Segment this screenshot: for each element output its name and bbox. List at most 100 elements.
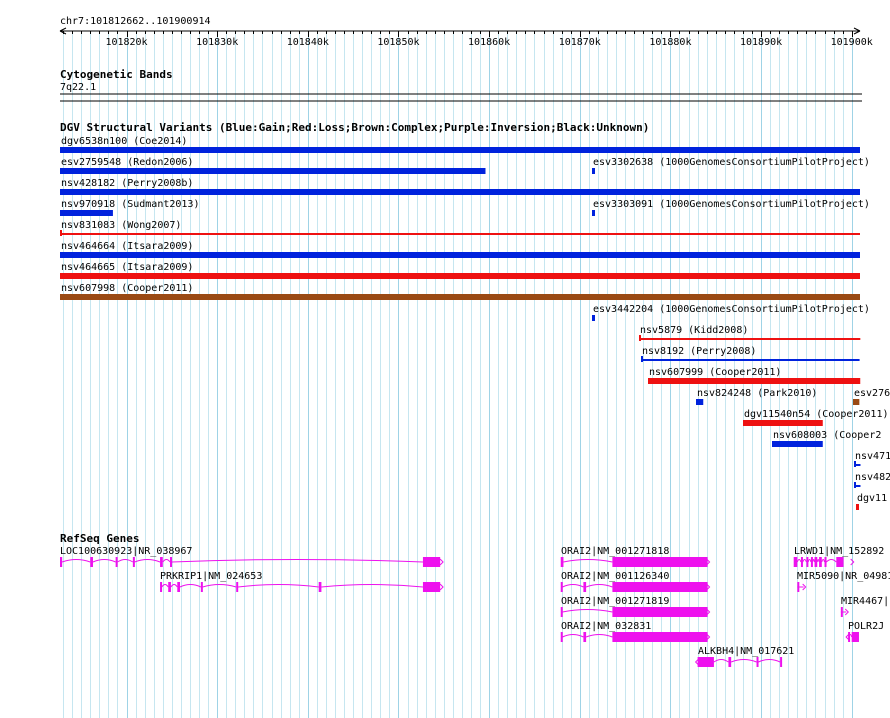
gene-label: MIR5090|NR_049813 [797, 571, 890, 582]
variant-bar[interactable] [60, 273, 860, 279]
gene-label: ALKBH4|NM_017621 [698, 646, 794, 657]
gene-exon[interactable] [168, 582, 171, 592]
variant-bar[interactable] [639, 338, 861, 340]
gene-exon[interactable] [836, 557, 844, 567]
gene-exon[interactable] [819, 557, 822, 567]
gene-exon[interactable] [810, 557, 813, 567]
variant-bar[interactable] [60, 210, 113, 216]
gene-exon[interactable] [160, 557, 163, 567]
gene-exon[interactable] [612, 607, 708, 617]
gene-exon[interactable] [848, 632, 851, 642]
cytoband-track[interactable]: Cytogenetic Bands 7q22.1 [60, 68, 862, 102]
variant-bar[interactable] [60, 294, 860, 300]
track-canvas: chr7:101812662..101900914 101820k 101830k… [59, 16, 890, 718]
variant-label: nsv607999 (Cooper2011) [649, 367, 781, 378]
refseq-track-title: RefSeq Genes [60, 532, 139, 545]
gene-exon[interactable] [612, 557, 708, 567]
variant-bar[interactable] [60, 252, 860, 258]
gene-intron [562, 634, 613, 638]
ruler-tick-label: 101870k [559, 37, 601, 48]
variant-label: nsv8192 (Perry2008) [642, 346, 756, 357]
variant-start-mark [639, 335, 641, 341]
cytoband-track-title: Cytogenetic Bands [60, 68, 173, 81]
gene-exon[interactable] [170, 557, 173, 567]
variant-label: esv276 [854, 388, 890, 399]
gene-label: MIR4467| [841, 596, 889, 607]
variant-bar[interactable] [648, 378, 861, 384]
gene-exon[interactable] [422, 582, 441, 592]
gene-exon[interactable] [840, 607, 843, 617]
gene-exon[interactable] [236, 582, 239, 592]
variant-start-mark [854, 482, 856, 488]
gene-exon[interactable] [756, 657, 759, 667]
ruler-tick-label: 101850k [377, 37, 419, 48]
variant-label: nsv482 [855, 472, 890, 483]
gene-exon[interactable] [780, 657, 783, 667]
gene-label: ORAI2|NM_001126340 [561, 571, 669, 582]
cytoband-label: 7q22.1 [60, 82, 96, 93]
variant-label: dgv6538n100 (Coe2014) [61, 136, 187, 147]
ruler-tick-label: 101830k [196, 37, 238, 48]
variant-bar[interactable] [772, 441, 823, 447]
variant-start-mark [641, 356, 643, 362]
gene-label: ORAI2|NM_001271819 [561, 596, 669, 607]
gene-exon[interactable] [851, 632, 859, 642]
gene-exon[interactable] [560, 632, 563, 642]
gene-exon[interactable] [800, 557, 803, 567]
gene-exon[interactable] [612, 632, 708, 642]
gene-exon[interactable] [560, 557, 564, 567]
gene-exon[interactable] [612, 582, 708, 592]
variant-bar[interactable] [856, 504, 859, 510]
genome-browser-view[interactable]: chr7:101812662..101900914 101820k 101830k… [0, 0, 890, 718]
gene-features[interactable]: LOC100630923|NR_038967 ORAI2|NM_001271818… [60, 546, 890, 667]
gene-exon[interactable] [797, 582, 800, 592]
variant-bar[interactable] [60, 233, 860, 235]
variant-bar[interactable] [60, 189, 860, 195]
gene-exon[interactable] [814, 557, 818, 567]
gene-exon[interactable] [60, 557, 63, 567]
gene-label: POLR2J [848, 621, 884, 632]
ruler-label: chr7:101812662..101900914 [60, 16, 211, 27]
gene-exon[interactable] [90, 557, 93, 567]
gene-exon[interactable] [583, 582, 587, 592]
ruler-tick-label: 101890k [740, 37, 782, 48]
gene-exon[interactable] [160, 582, 163, 592]
dgv-track[interactable]: DGV Structural Variants (Blue:Gain;Red:L… [60, 121, 890, 510]
ruler-tick-label: 101820k [105, 37, 147, 48]
gene-exon[interactable] [318, 582, 322, 592]
variant-bar[interactable] [592, 315, 595, 321]
variant-bar[interactable] [592, 168, 595, 174]
variant-start-mark [854, 461, 856, 467]
variant-bar[interactable] [592, 210, 595, 216]
gene-exon[interactable] [422, 557, 441, 567]
variant-label: esv3302638 (1000GenomesConsortiumPilotPr… [593, 157, 870, 168]
gene-exon[interactable] [824, 557, 827, 567]
gene-exon[interactable] [583, 632, 587, 642]
gene-exon[interactable] [793, 557, 798, 567]
variant-bar[interactable] [853, 399, 860, 405]
gene-exon[interactable] [177, 582, 181, 592]
gene-label: LOC100630923|NR_038967 [60, 546, 192, 557]
gene-exon[interactable] [200, 582, 203, 592]
variant-bar[interactable] [743, 420, 823, 426]
gene-exon[interactable] [697, 657, 714, 667]
variant-label: nsv608003 (Cooper2 [773, 430, 881, 441]
ruler-tick-label: 101900k [831, 37, 873, 48]
variant-bar[interactable] [641, 359, 860, 361]
variant-features[interactable]: dgv6538n100 (Coe2014) esv2759548 (Redon20… [60, 136, 890, 510]
gene-exon[interactable] [560, 582, 563, 592]
variant-label: nsv970918 (Sudmant2013) [61, 199, 199, 210]
variant-bar[interactable] [696, 399, 704, 405]
gene-exon[interactable] [560, 607, 563, 617]
ruler-ticks: 101820k 101830k 101840k 101850k 101860k 10187… [63, 31, 873, 48]
variant-bar[interactable] [60, 147, 860, 153]
variant-bar[interactable] [60, 168, 486, 174]
gene-strand-arrow [439, 583, 444, 591]
variant-label: nsv428182 (Perry2008b) [61, 178, 193, 189]
refseq-track[interactable]: RefSeq Genes LOC100630923|NR_038967 ORAI2… [60, 532, 890, 667]
gene-exon[interactable] [115, 557, 118, 567]
variant-label: esv3303091 (1000GenomesConsortiumPilotPr… [593, 199, 870, 210]
gene-exon[interactable] [806, 557, 809, 567]
gene-exon[interactable] [728, 657, 732, 667]
gene-exon[interactable] [132, 557, 135, 567]
